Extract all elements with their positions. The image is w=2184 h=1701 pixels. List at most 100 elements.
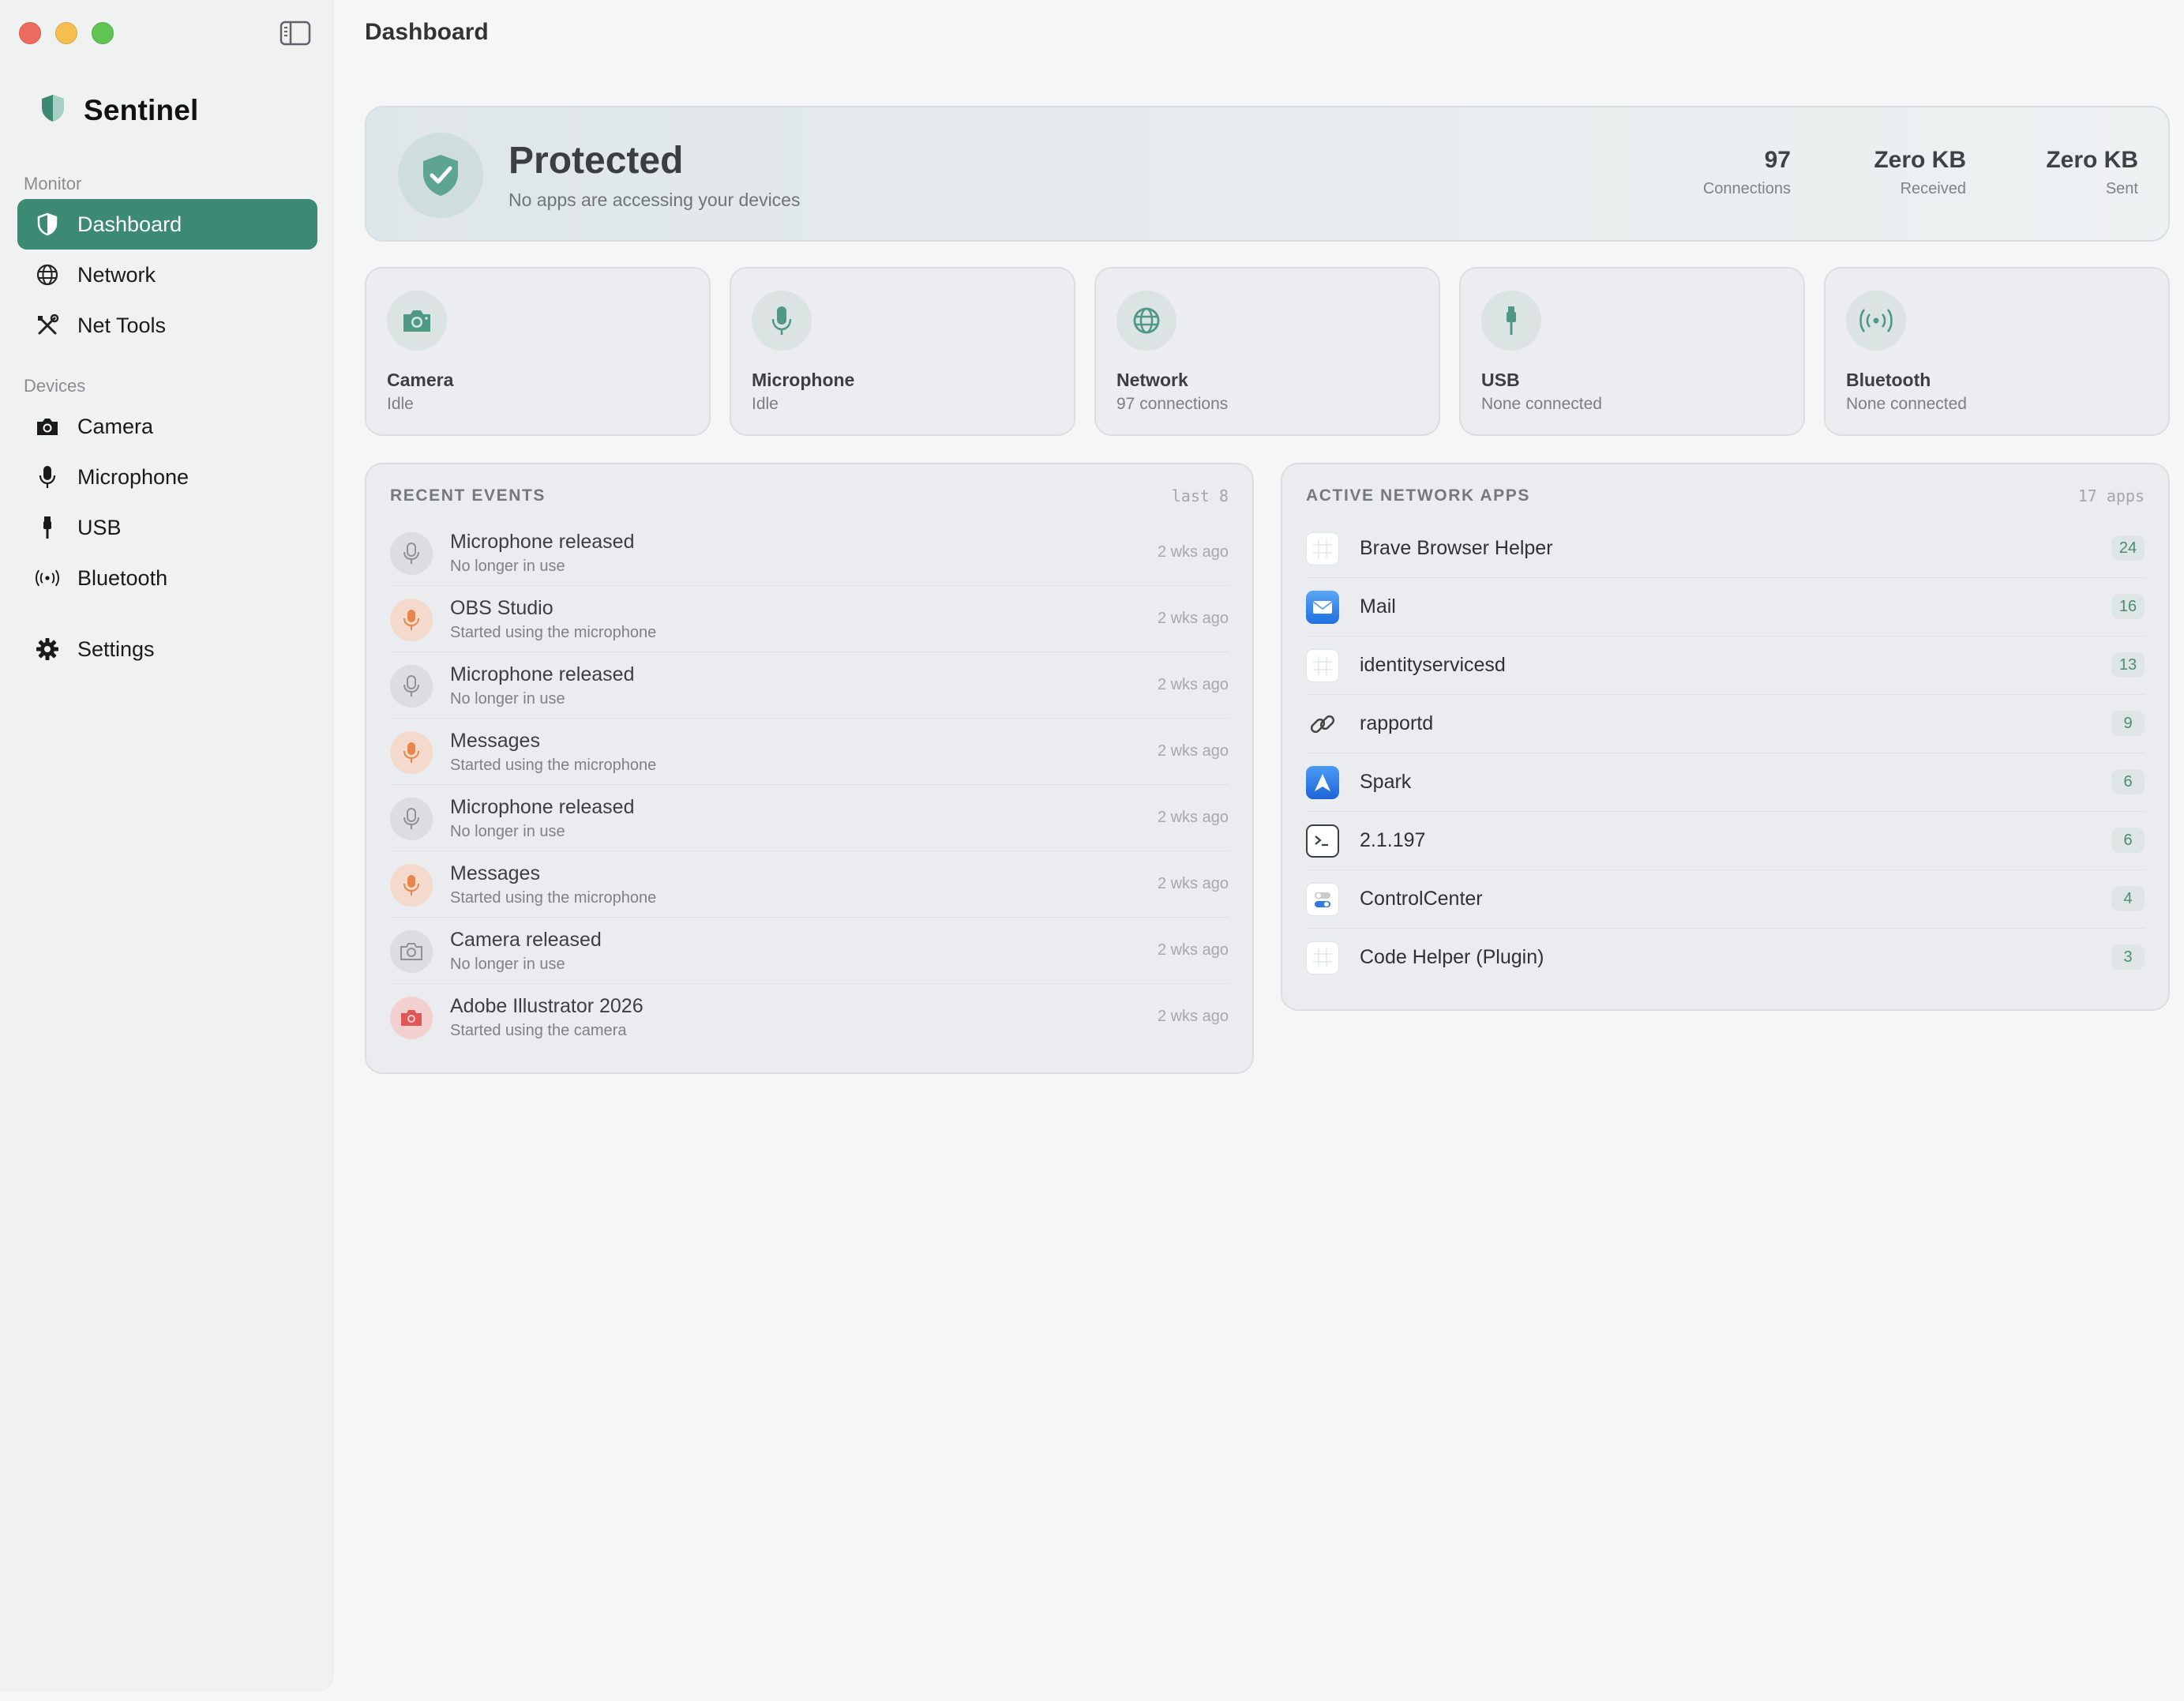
- device-status: 97 connections: [1116, 395, 1229, 413]
- panel-title: ACTIVE NETWORK APPS: [1306, 486, 1530, 505]
- event-row[interactable]: Messages Started using the microphone 2 …: [390, 719, 1229, 785]
- event-row[interactable]: Messages Started using the microphone 2 …: [390, 851, 1229, 918]
- close-window-button[interactable]: [19, 22, 41, 44]
- brand-title: Sentinel: [84, 93, 199, 126]
- stat-label: Connections: [1702, 180, 1791, 197]
- sidebar-item-dashboard[interactable]: Dashboard: [17, 199, 317, 250]
- event-subtitle: No longer in use: [450, 823, 565, 840]
- sidebar-toggle-icon[interactable]: [280, 21, 311, 46]
- panel-count: 17 apps: [2077, 486, 2145, 505]
- event-time: 2 wks ago: [1157, 676, 1229, 693]
- stat-label: Sent: [2105, 180, 2138, 197]
- app-name: Mail: [1360, 595, 1396, 618]
- bluetooth-icon: [35, 565, 60, 591]
- status-subtitle: No apps are accessing your devices: [508, 190, 801, 210]
- event-time: 2 wks ago: [1157, 543, 1229, 561]
- device-card-microphone[interactable]: Microphone Idle: [730, 267, 1075, 436]
- app-name: ControlCenter: [1360, 888, 1483, 910]
- event-row[interactable]: Camera released No longer in use 2 wks a…: [390, 918, 1229, 984]
- microphone-icon: [35, 464, 60, 490]
- device-name: USB: [1481, 370, 1520, 390]
- sidebar-item-settings[interactable]: Settings: [17, 624, 317, 674]
- mail-icon: [1306, 591, 1339, 624]
- stat-value: Zero KB: [1874, 147, 1966, 173]
- event-row[interactable]: Microphone released No longer in use 2 w…: [390, 652, 1229, 719]
- tools-icon: [35, 313, 60, 338]
- event-subtitle: Started using the microphone: [450, 624, 657, 641]
- event-title: Microphone released: [450, 531, 635, 553]
- device-status: None connected: [1846, 395, 1967, 413]
- app-row[interactable]: rapportd 9: [1306, 695, 2145, 753]
- event-title: Camera released: [450, 929, 602, 951]
- device-card-bluetooth[interactable]: Bluetooth None connected: [1824, 267, 2170, 436]
- globe-icon: [1116, 291, 1176, 351]
- device-name: Camera: [387, 370, 454, 390]
- usb-icon: [1481, 291, 1541, 351]
- check-shield-icon: [398, 133, 483, 218]
- brand: Sentinel: [39, 93, 199, 127]
- event-row[interactable]: Microphone released No longer in use 2 w…: [390, 520, 1229, 586]
- app-row[interactable]: Mail 16: [1306, 578, 2145, 636]
- device-status: Idle: [752, 395, 779, 413]
- generic-app-icon: [1306, 532, 1339, 565]
- protection-status-card: Protected No apps are accessing your dev…: [365, 106, 2170, 242]
- event-row[interactable]: Adobe Illustrator 2026 Started using the…: [390, 984, 1229, 1050]
- event-title: Adobe Illustrator 2026: [450, 995, 644, 1017]
- event-title: OBS Studio: [450, 597, 554, 619]
- device-name: Network: [1116, 370, 1188, 390]
- section-label-devices: Devices: [24, 376, 86, 396]
- app-name: Code Helper (Plugin): [1360, 946, 1544, 968]
- device-card-usb[interactable]: USB None connected: [1459, 267, 1805, 436]
- stat-value: Zero KB: [2046, 147, 2138, 173]
- event-row[interactable]: OBS Studio Started using the microphone …: [390, 586, 1229, 652]
- device-name: Microphone: [752, 370, 855, 390]
- sidebar-item-network[interactable]: Network: [17, 250, 317, 300]
- app-name: 2.1.197: [1360, 829, 1426, 851]
- connection-count-badge: 13: [2111, 652, 2145, 678]
- sidebar-item-bluetooth[interactable]: Bluetooth: [17, 553, 317, 603]
- panel-header: RECENT EVENTS last 8: [390, 486, 1229, 505]
- sidebar-item-camera[interactable]: Camera: [17, 401, 317, 452]
- event-subtitle: No longer in use: [450, 690, 565, 708]
- usb-icon: [35, 515, 60, 540]
- globe-icon: [35, 262, 60, 287]
- sidebar-item-microphone[interactable]: Microphone: [17, 452, 317, 502]
- app-row[interactable]: 2.1.197 6: [1306, 812, 2145, 870]
- sidebar-item-usb[interactable]: USB: [17, 502, 317, 553]
- device-card-network[interactable]: Network 97 connections: [1094, 267, 1440, 436]
- device-card-camera[interactable]: Camera Idle: [365, 267, 711, 436]
- event-subtitle: Started using the microphone: [450, 757, 657, 774]
- sidebar-item-net-tools[interactable]: Net Tools: [17, 300, 317, 351]
- device-status: Idle: [387, 395, 414, 413]
- sidebar-item-label: Microphone: [77, 464, 190, 489]
- sidebar-item-label: Network: [77, 262, 156, 287]
- connection-count-badge: 3: [2111, 944, 2145, 970]
- event-subtitle: No longer in use: [450, 558, 565, 575]
- panel-count: last 8: [1171, 486, 1229, 505]
- device-status: None connected: [1481, 395, 1602, 413]
- camera-icon: [35, 414, 60, 439]
- event-time: 2 wks ago: [1157, 809, 1229, 826]
- app-row[interactable]: Code Helper (Plugin) 3: [1306, 929, 2145, 987]
- shield-icon: [35, 212, 60, 237]
- window-controls: [19, 22, 114, 44]
- connection-count-badge: 4: [2111, 886, 2145, 911]
- event-row[interactable]: Microphone released No longer in use 2 w…: [390, 785, 1229, 851]
- app-window: Sentinel Monitor Dashboard Network Net T…: [0, 0, 2184, 1701]
- app-name: Spark: [1360, 771, 1412, 793]
- minimize-window-button[interactable]: [55, 22, 77, 44]
- app-row[interactable]: Brave Browser Helper 24: [1306, 520, 2145, 578]
- camera-icon: [390, 930, 433, 973]
- page-title: Dashboard: [365, 19, 489, 45]
- link-icon: [1306, 708, 1339, 741]
- camera-icon: [387, 291, 447, 351]
- zoom-window-button[interactable]: [92, 22, 114, 44]
- app-row[interactable]: identityservicesd 13: [1306, 636, 2145, 695]
- app-row[interactable]: ControlCenter 4: [1306, 870, 2145, 929]
- app-name: rapportd: [1360, 712, 1434, 734]
- generic-app-icon: [1306, 941, 1339, 974]
- sidebar: Sentinel Monitor Dashboard Network Net T…: [0, 0, 333, 1692]
- app-name: Brave Browser Helper: [1360, 537, 1553, 559]
- stat-value: 97: [1764, 147, 1791, 173]
- app-row[interactable]: Spark 6: [1306, 753, 2145, 812]
